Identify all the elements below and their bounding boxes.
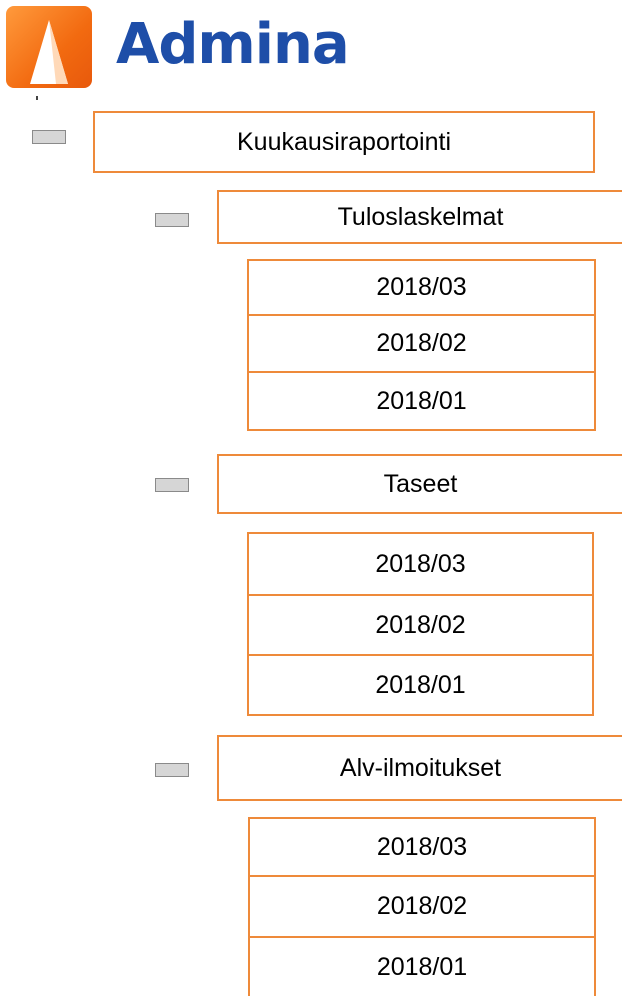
report-link-label: 2018/01 <box>376 952 468 981</box>
report-link-2018-03[interactable]: 2018/03 <box>247 259 596 316</box>
menu-section-tuloslaskelmat[interactable]: Tuloslaskelmat <box>217 190 622 244</box>
report-link-2018-02[interactable]: 2018/02 <box>247 316 596 373</box>
collapse-toggle-icon[interactable] <box>155 763 189 777</box>
report-link-label: 2018/02 <box>376 329 467 357</box>
logo-text: Admina <box>116 12 350 77</box>
menu-section-alv-ilmoitukset[interactable]: Alv-ilmoitukset <box>217 735 622 801</box>
report-link-label: 2018/03 <box>376 273 467 301</box>
report-link-2018-03[interactable]: 2018/03 <box>247 532 594 596</box>
collapse-toggle-icon[interactable] <box>155 213 189 227</box>
report-link-label: 2018/03 <box>376 832 468 861</box>
collapse-toggle-icon[interactable] <box>32 130 66 144</box>
report-link-2018-02[interactable]: 2018/02 <box>247 596 594 656</box>
report-list-alv-ilmoitukset: 2018/03 2018/02 2018/01 <box>248 817 596 996</box>
divider-tick <box>36 96 38 100</box>
report-list-taseet: 2018/03 2018/02 2018/01 <box>247 532 594 716</box>
report-link-2018-02[interactable]: 2018/02 <box>248 877 596 938</box>
menu-root-label: Kuukausiraportointi <box>236 127 451 156</box>
report-link-2018-03[interactable]: 2018/03 <box>248 817 596 877</box>
report-link-label: 2018/01 <box>375 670 466 699</box>
report-link-label: 2018/02 <box>376 892 468 920</box>
report-link-label: 2018/02 <box>375 610 466 639</box>
menu-section-label: Alv-ilmoitukset <box>339 753 502 782</box>
menu-section-label: Tuloslaskelmat <box>337 202 504 231</box>
admina-logo-icon <box>6 6 92 88</box>
report-link-label: 2018/03 <box>375 549 466 578</box>
report-link-2018-01[interactable]: 2018/01 <box>247 656 594 716</box>
admina-logo: Admina <box>4 6 364 92</box>
collapse-toggle-icon[interactable] <box>155 478 189 492</box>
report-link-2018-01[interactable]: 2018/01 <box>247 373 596 431</box>
menu-section-label: Taseet <box>383 469 458 498</box>
report-link-2018-01[interactable]: 2018/01 <box>248 938 596 996</box>
menu-section-taseet[interactable]: Taseet <box>217 454 622 514</box>
report-list-tuloslaskelmat: 2018/03 2018/02 2018/01 <box>247 259 596 431</box>
report-link-label: 2018/01 <box>376 386 467 415</box>
menu-root-kuukausiraportointi[interactable]: Kuukausiraportointi <box>93 111 595 173</box>
